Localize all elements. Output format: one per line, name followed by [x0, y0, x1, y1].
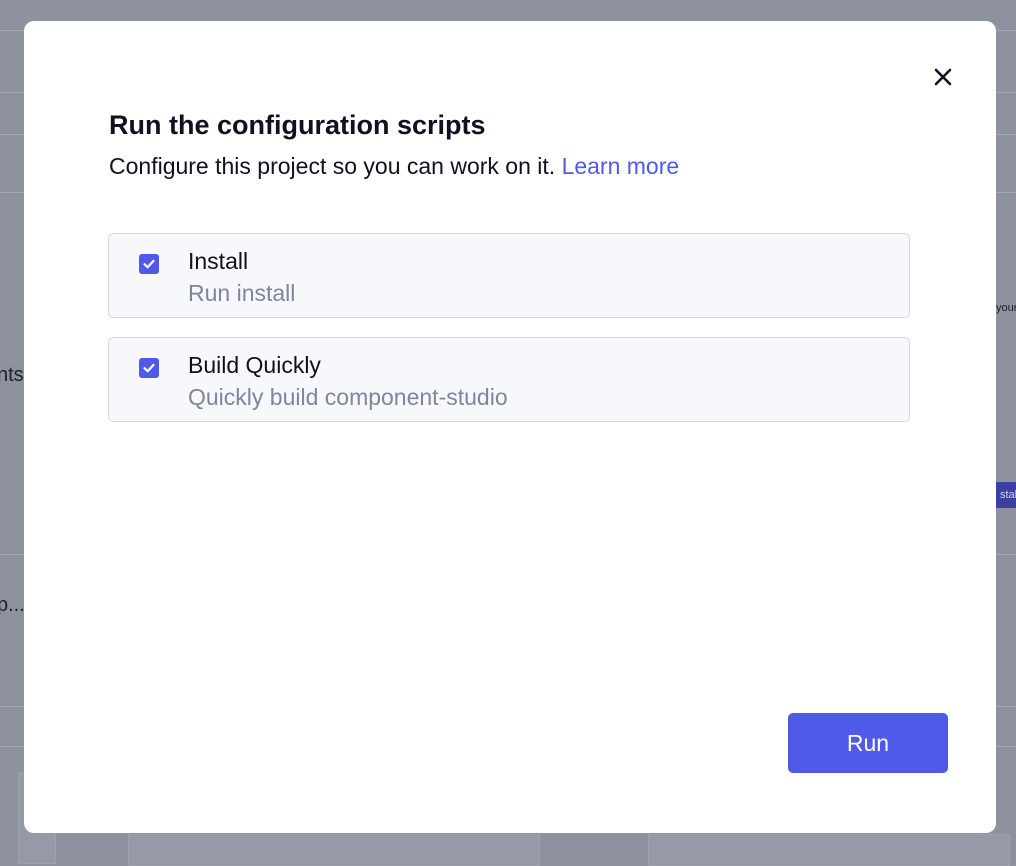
subtitle-text: Configure this project so you can work o…	[109, 153, 556, 179]
script-item-install[interactable]: Install Run install	[108, 233, 910, 318]
install-checkbox[interactable]	[139, 254, 159, 274]
background-text: nts	[0, 364, 24, 386]
run-button[interactable]: Run	[788, 713, 948, 773]
build-quickly-checkbox[interactable]	[139, 358, 159, 378]
configuration-dialog: Run the configuration scripts Configure …	[24, 21, 996, 833]
script-item-build-quickly[interactable]: Build Quickly Quickly build component-st…	[108, 337, 910, 422]
dialog-title: Run the configuration scripts	[109, 110, 486, 140]
checkmark-icon	[143, 259, 155, 269]
background-text: p...	[0, 594, 25, 616]
background-text: your	[996, 302, 1016, 314]
script-description: Quickly build component-studio	[188, 384, 508, 410]
script-description: Run install	[188, 280, 296, 306]
background-card	[648, 834, 1010, 866]
background-card	[128, 834, 540, 866]
script-name: Install	[188, 248, 249, 274]
script-name: Build Quickly	[188, 352, 321, 378]
background-install-button: stall	[994, 482, 1016, 508]
checkmark-icon	[143, 363, 155, 373]
close-icon	[934, 68, 952, 86]
learn-more-link[interactable]: Learn more	[562, 153, 680, 179]
dialog-subtitle: Configure this project so you can work o…	[109, 153, 679, 180]
close-button[interactable]	[929, 63, 957, 91]
